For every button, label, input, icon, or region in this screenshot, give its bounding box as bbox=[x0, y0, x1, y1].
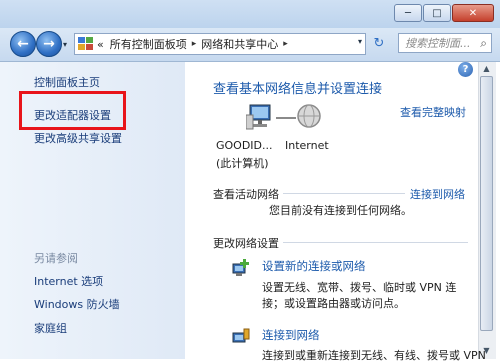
address-bar[interactable]: « 所有控制面板项 ▸ 网络和共享中心 ▸ ▾ bbox=[74, 33, 366, 55]
address-history-dropdown[interactable]: ▾ bbox=[358, 37, 362, 46]
breadcrumb-separator-icon[interactable]: ▸ bbox=[281, 39, 290, 49]
arrow-right-icon: → bbox=[43, 36, 55, 52]
section-divider bbox=[283, 242, 468, 243]
active-networks-heading: 查看活动网络 bbox=[213, 188, 279, 201]
sidebar-item-windows-firewall[interactable]: Windows 防火墙 bbox=[34, 296, 120, 312]
breadcrumb-overflow[interactable]: « bbox=[94, 38, 107, 51]
refresh-button[interactable]: ↻ bbox=[370, 36, 388, 52]
setup-connection-description: 设置无线、宽带、拨号、临时或 VPN 连 bbox=[262, 281, 457, 294]
page-title: 查看基本网络信息并设置连接 bbox=[213, 82, 383, 97]
scroll-up-button[interactable]: ▲ bbox=[480, 64, 493, 73]
new-connection-icon bbox=[232, 259, 249, 276]
breadcrumb-network-sharing-center[interactable]: 网络和共享中心 bbox=[198, 36, 281, 52]
search-icon[interactable]: ⌕ bbox=[480, 36, 487, 51]
scrollbar-thumb[interactable] bbox=[480, 76, 493, 331]
see-also-heading: 另请参阅 bbox=[34, 252, 78, 265]
connect-network-icon bbox=[232, 328, 250, 343]
sidebar-item-homegroup[interactable]: 家庭组 bbox=[34, 320, 67, 336]
sidebar-item-internet-options[interactable]: Internet 选项 bbox=[34, 273, 103, 289]
help-icon: ? bbox=[462, 64, 469, 75]
internet-globe-icon[interactable] bbox=[296, 103, 322, 129]
change-network-settings-heading: 更改网络设置 bbox=[213, 237, 279, 250]
window-controls: ─ □ ✕ bbox=[394, 4, 494, 22]
connect-to-network-task-link[interactable]: 连接到网络 bbox=[262, 327, 320, 343]
search-input[interactable]: 搜索控制面... ⌕ bbox=[398, 33, 492, 53]
setup-new-connection-link[interactable]: 设置新的连接或网络 bbox=[262, 258, 366, 274]
help-button[interactable]: ? bbox=[458, 62, 473, 77]
back-button[interactable]: ← bbox=[10, 31, 36, 57]
connect-network-description: 连接到或重新连接到无线、有线、拨号或 VPN bbox=[262, 349, 486, 362]
this-computer-label: (此计算机) bbox=[216, 157, 269, 170]
computer-name-label: GOODID... bbox=[216, 139, 273, 152]
minimize-button[interactable]: ─ bbox=[394, 4, 422, 22]
highlight-box bbox=[19, 91, 126, 130]
connect-to-network-link[interactable]: 连接到网络 bbox=[410, 186, 465, 202]
no-network-status: 您目前没有连接到任何网络。 bbox=[269, 204, 412, 217]
internet-label: Internet bbox=[285, 139, 329, 152]
computer-icon[interactable] bbox=[246, 103, 276, 131]
view-full-map-link[interactable]: 查看完整映射 bbox=[400, 104, 466, 120]
section-divider bbox=[283, 193, 405, 194]
connection-line bbox=[276, 117, 296, 119]
search-placeholder: 搜索控制面... bbox=[405, 37, 471, 50]
arrow-left-icon: ← bbox=[17, 36, 29, 52]
refresh-icon: ↻ bbox=[373, 36, 385, 51]
control-panel-icon bbox=[78, 37, 94, 51]
sidebar-item-control-panel-home[interactable]: 控制面板主页 bbox=[34, 74, 100, 90]
maximize-button[interactable]: □ bbox=[423, 4, 451, 22]
setup-connection-description-2: 接；或设置路由器或访问点。 bbox=[262, 297, 405, 310]
breadcrumb-all-control-panel-items[interactable]: 所有控制面板项 bbox=[107, 36, 190, 52]
close-button[interactable]: ✕ bbox=[452, 4, 494, 22]
navigation-bar: ← → ▾ « 所有控制面板项 ▸ 网络和共享中心 ▸ ▾ ↻ 搜索控制面...… bbox=[0, 28, 500, 62]
recent-pages-dropdown[interactable]: ▾ bbox=[63, 40, 67, 49]
forward-button[interactable]: → bbox=[36, 31, 62, 57]
sidebar-item-advanced-sharing[interactable]: 更改高级共享设置 bbox=[34, 130, 122, 146]
breadcrumb-separator-icon[interactable]: ▸ bbox=[190, 39, 199, 49]
